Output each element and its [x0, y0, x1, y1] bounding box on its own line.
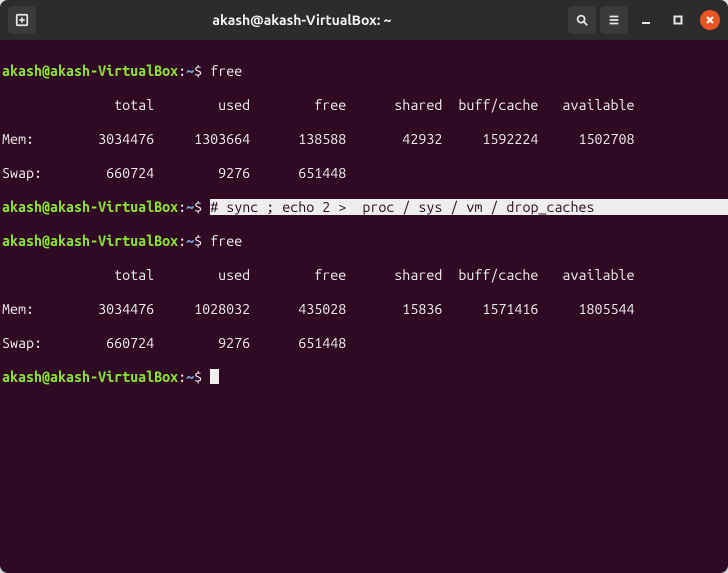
free2-header: total used free shared buff/cache availa… — [2, 267, 726, 284]
command-free-1: free — [210, 63, 242, 79]
command-free-2: free — [210, 233, 242, 249]
search-icon — [575, 13, 589, 27]
search-button[interactable] — [568, 6, 596, 34]
free1-swap-row: Swap: 660724 9276 651448 — [2, 165, 726, 182]
prompt-sep1: : — [178, 63, 186, 79]
prompt-sep1: : — [178, 369, 186, 385]
prompt-path: ~ — [186, 369, 194, 385]
prompt-sep2: $ — [194, 233, 202, 249]
minimize-icon — [641, 15, 651, 25]
terminal-window: akash@akash-VirtualBox: ~ akash@akash-Vi… — [0, 0, 728, 573]
prompt-host: akash@akash-VirtualBox — [2, 63, 178, 79]
prompt-sep1: : — [178, 233, 186, 249]
hamburger-icon — [607, 13, 621, 27]
close-icon — [705, 15, 715, 25]
prompt-line-3: akash@akash-VirtualBox:~$ free — [2, 233, 726, 250]
prompt-host: akash@akash-VirtualBox — [2, 233, 178, 249]
prompt-host: akash@akash-VirtualBox — [2, 199, 178, 215]
menu-button[interactable] — [600, 6, 628, 34]
maximize-icon — [673, 15, 683, 25]
titlebar: akash@akash-VirtualBox: ~ — [0, 0, 728, 40]
prompt-sep1: : — [178, 199, 186, 215]
free2-swap-row: Swap: 660724 9276 651448 — [2, 335, 726, 352]
prompt-line-2: akash@akash-VirtualBox:~$ # sync ; echo … — [2, 199, 726, 216]
prompt-sep2: $ — [194, 369, 202, 385]
prompt-host: akash@akash-VirtualBox — [2, 369, 178, 385]
close-button[interactable] — [700, 10, 720, 30]
minimize-button[interactable] — [636, 10, 656, 30]
window-controls — [636, 10, 720, 30]
maximize-button[interactable] — [668, 10, 688, 30]
prompt-sep2: $ — [194, 63, 202, 79]
window-title: akash@akash-VirtualBox: ~ — [40, 12, 564, 28]
free1-header: total used free shared buff/cache availa… — [2, 97, 726, 114]
highlighted-command: # sync ; echo 2 > proc / sys / vm / drop… — [210, 199, 594, 215]
prompt-path: ~ — [186, 63, 194, 79]
prompt-path: ~ — [186, 199, 194, 215]
free2-mem-row: Mem: 3034476 1028032 435028 15836 157141… — [2, 301, 726, 318]
new-tab-icon — [15, 13, 29, 27]
terminal-body[interactable]: akash@akash-VirtualBox:~$ free total use… — [0, 40, 728, 573]
free1-mem-row: Mem: 3034476 1303664 138588 42932 159222… — [2, 131, 726, 148]
cursor — [210, 369, 219, 384]
prompt-sep2: $ — [194, 199, 202, 215]
prompt-line-1: akash@akash-VirtualBox:~$ free — [2, 63, 726, 80]
prompt-line-4: akash@akash-VirtualBox:~$ — [2, 369, 726, 386]
highlight-pad — [595, 199, 728, 215]
new-tab-button[interactable] — [8, 6, 36, 34]
prompt-path: ~ — [186, 233, 194, 249]
